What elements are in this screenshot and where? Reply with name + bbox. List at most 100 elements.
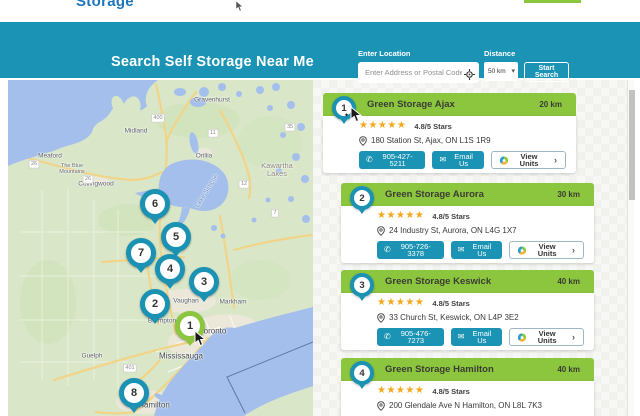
listing-name: Green Storage Aurora xyxy=(385,189,484,200)
brand-mark-icon xyxy=(518,332,527,342)
rating-text: 4.8/5 Stars xyxy=(432,386,470,396)
page-title: Search Self Storage Near Me xyxy=(111,54,314,70)
view-units-button[interactable]: View Units › xyxy=(491,151,566,169)
listing-number-pin: 4 xyxy=(350,361,374,385)
listing-number-pin: 1 xyxy=(332,96,356,120)
listing-distance: 30 km xyxy=(557,190,580,199)
listing-card[interactable]: 4 Green Storage Hamilton 40 km ★★★★★ 4.8… xyxy=(341,358,594,416)
phone-button[interactable]: ✆ 905-427-5211 xyxy=(359,151,426,169)
email-icon: ✉ xyxy=(439,155,447,164)
map-terrain xyxy=(8,80,313,416)
map-marker[interactable]: 2 xyxy=(140,289,170,319)
email-label: Email Us xyxy=(472,241,492,258)
listing-number-pin: 2 xyxy=(350,186,374,210)
phone-button[interactable]: ✆ 905-726-3378 xyxy=(377,241,444,259)
location-input[interactable] xyxy=(358,62,479,83)
view-units-label: View Units xyxy=(519,151,539,168)
phone-icon: ✆ xyxy=(384,332,391,341)
listing-number: 4 xyxy=(359,367,365,379)
chevron-right-icon: › xyxy=(554,154,557,165)
map-marker[interactable]: 6 xyxy=(140,189,170,219)
listing-card-header: Green Storage Aurora 30 km xyxy=(341,183,594,206)
scrollbar-track[interactable] xyxy=(627,80,635,416)
listing-address: 180 Station St, Ajax, ON L1S 1R9 xyxy=(371,136,491,145)
road-badge: 26 xyxy=(28,159,40,169)
email-button[interactable]: ✉ Email Us xyxy=(450,328,503,346)
listing-card[interactable]: 1 Green Storage Ajax 20 km ★★★★★ 4.8/5 S… xyxy=(323,93,576,173)
location-pin-icon xyxy=(377,312,385,323)
start-search-button[interactable]: Start Search xyxy=(524,62,569,82)
star-rating-icons: ★★★★★ xyxy=(377,297,425,308)
site-header: Storage xyxy=(0,0,640,22)
chevron-down-icon: ▾ xyxy=(511,68,515,75)
road-badge: 35 xyxy=(284,122,296,132)
location-pin-icon xyxy=(377,225,385,236)
phone-number: 905-427-5211 xyxy=(382,151,413,168)
listing-card-body: ★★★★★ 4.8/5 Stars 180 Station St, Ajax, … xyxy=(323,116,576,173)
phone-icon: ✆ xyxy=(384,245,391,254)
location-input-wrap xyxy=(358,62,479,83)
map-marker-number: 6 xyxy=(151,198,159,210)
phone-button[interactable]: ✆ 905-476-7273 xyxy=(377,328,444,346)
listing-name: Green Storage Hamilton xyxy=(385,364,494,375)
map-marker-number: 3 xyxy=(200,276,208,288)
listing-name: Green Storage Ajax xyxy=(367,99,455,110)
listing-card-header: Green Storage Ajax 20 km xyxy=(323,93,576,116)
map-marker[interactable]: 1 xyxy=(175,311,205,341)
map-marker-number: 2 xyxy=(151,298,159,310)
map-marker[interactable]: 8 xyxy=(119,378,149,408)
view-units-button[interactable]: View Units › xyxy=(509,328,584,346)
map-canvas[interactable]: Meaford The Blue Mountains Collingwood Midl… xyxy=(8,80,313,416)
hero-banner: Search Self Storage Near Me Enter Locati… xyxy=(0,22,640,83)
location-label: Enter Location xyxy=(358,49,411,58)
brand-logo[interactable]: Storage xyxy=(76,0,134,10)
map-marker[interactable]: 4 xyxy=(155,254,185,284)
map-marker[interactable]: 7 xyxy=(126,238,156,268)
road-badge: 401 xyxy=(122,363,138,373)
listing-number: 1 xyxy=(341,102,347,114)
email-icon: ✉ xyxy=(457,245,465,254)
distance-label: Distance xyxy=(484,49,516,58)
map-marker-number: 4 xyxy=(166,263,174,275)
listing-address: 33 Church St, Keswick, ON L4P 3E2 xyxy=(389,313,519,322)
listing-card-body: ★★★★★ 4.8/5 Stars 33 Church St, Keswick,… xyxy=(341,293,594,350)
locate-target-icon[interactable] xyxy=(464,67,475,85)
listing-address: 24 Industry St, Aurora, ON L4G 1X7 xyxy=(389,226,517,235)
listing-card-body: ★★★★★ 4.8/5 Stars 200 Glendale Ave N Ham… xyxy=(341,381,594,416)
road-badge: 26 xyxy=(82,174,94,184)
phone-icon: ✆ xyxy=(366,155,373,164)
map-marker[interactable]: 5 xyxy=(161,222,191,252)
star-rating-icons: ★★★★★ xyxy=(359,120,407,131)
road-badge: 12 xyxy=(238,179,250,189)
scrollbar-thumb[interactable] xyxy=(629,90,635,200)
brand-mark-icon xyxy=(500,155,509,165)
phone-number: 905-726-3378 xyxy=(400,241,431,258)
distance-field-group: Distance 50 km ▾ xyxy=(484,49,518,81)
view-units-button[interactable]: View Units › xyxy=(509,241,584,259)
email-button[interactable]: ✉ Email Us xyxy=(432,151,484,169)
chevron-right-icon: › xyxy=(572,244,575,255)
page: Storage Search Self Storage Near Me Ente… xyxy=(0,0,640,416)
listing-card[interactable]: 3 Green Storage Keswick 40 km ★★★★★ 4.8/… xyxy=(341,270,594,350)
star-rating-icons: ★★★★★ xyxy=(377,385,425,396)
map-marker-number: 7 xyxy=(137,247,145,259)
listing-distance: 40 km xyxy=(557,277,580,286)
listing-distance: 20 km xyxy=(539,100,562,109)
map-marker-number: 1 xyxy=(186,320,194,332)
listing-card[interactable]: 2 Green Storage Aurora 30 km ★★★★★ 4.8/5… xyxy=(341,183,594,263)
map-marker[interactable]: 3 xyxy=(189,267,219,297)
phone-number: 905-476-7273 xyxy=(400,328,431,345)
email-label: Email Us xyxy=(454,151,473,168)
listing-distance: 40 km xyxy=(557,365,580,374)
distance-select[interactable]: 50 km ▾ xyxy=(484,62,518,81)
chevron-right-icon: › xyxy=(572,331,575,342)
listing-card-header: Green Storage Keswick 40 km xyxy=(341,270,594,293)
email-button[interactable]: ✉ Email Us xyxy=(450,241,503,259)
star-rating-icons: ★★★★★ xyxy=(377,210,425,221)
map-marker-number: 8 xyxy=(130,387,138,399)
listing-address: 200 Glendale Ave N Hamilton, ON L8L 7K3 xyxy=(389,401,542,410)
email-label: Email Us xyxy=(472,328,492,345)
rating-text: 4.8/5 Stars xyxy=(432,211,470,221)
distance-selected-value: 50 km xyxy=(488,68,506,75)
location-pin-icon xyxy=(359,135,367,146)
